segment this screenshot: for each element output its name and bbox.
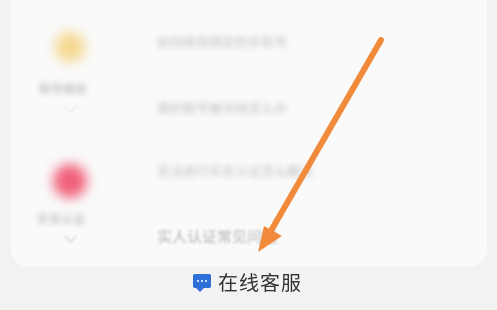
arrow-head — [258, 226, 282, 252]
arrow-shaft — [265, 37, 384, 239]
annotation-arrow — [258, 37, 384, 252]
